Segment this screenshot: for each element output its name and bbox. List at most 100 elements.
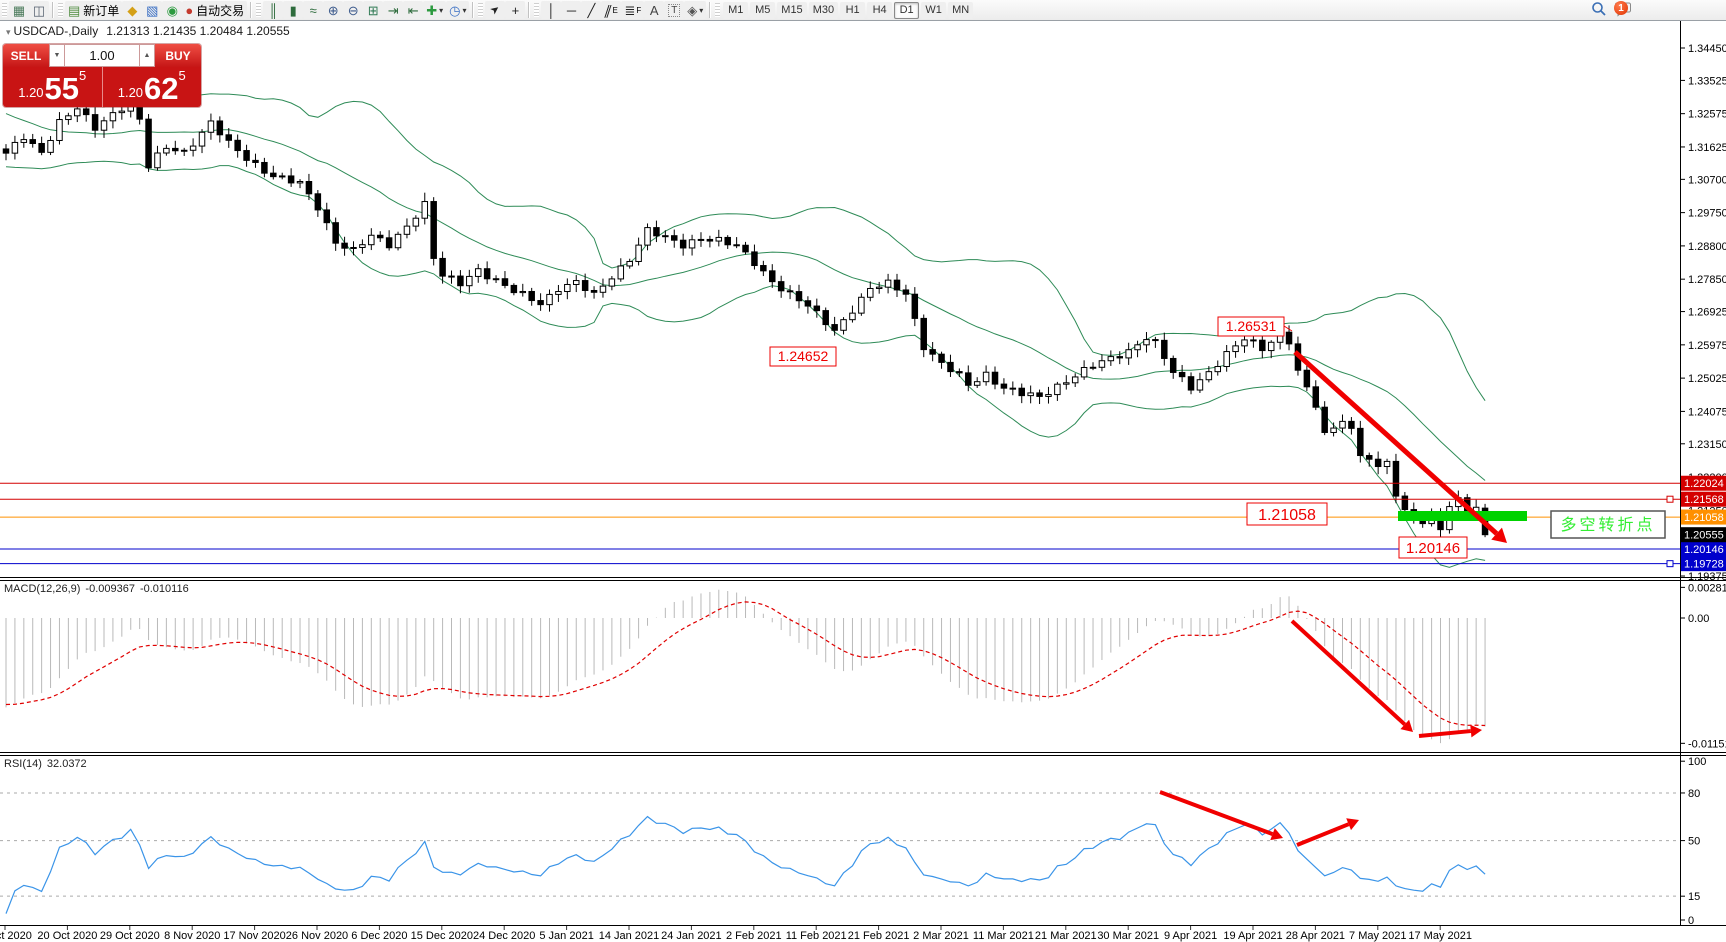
volume-input[interactable]	[65, 44, 139, 67]
buy-price[interactable]: 1.20 62 5	[102, 67, 202, 107]
chart-window-button[interactable]: ▦	[9, 1, 29, 19]
periods-button[interactable]: ◷▾	[446, 1, 469, 19]
ohlc-values: 1.21313 1.21435 1.20484 1.20555	[106, 24, 290, 38]
text-button[interactable]: A	[644, 1, 664, 19]
hline-handle[interactable]	[1667, 496, 1673, 502]
metaeditor-button[interactable]: ◆	[122, 1, 142, 19]
candle	[992, 372, 998, 384]
new-order-button[interactable]: ▤新订单	[65, 1, 122, 19]
price-annotation-label[interactable]: 1.21058	[1247, 503, 1327, 525]
shapes-button[interactable]: ◈▾	[684, 1, 706, 19]
price-tag-1.21568: 1.21568	[1681, 492, 1726, 507]
auto-scroll-button[interactable]: ⇥	[383, 1, 403, 19]
label-button[interactable]: T	[664, 1, 684, 19]
candle	[948, 362, 954, 371]
toolbar-drag-handle[interactable]	[478, 3, 483, 17]
signals-button[interactable]: ◉	[162, 1, 182, 19]
time-tick-label: 8 Nov 2020	[164, 930, 220, 942]
candle	[449, 276, 455, 277]
fibonacci-button[interactable]: ≣F	[621, 1, 644, 19]
trendline-button[interactable]: ╱	[581, 1, 601, 19]
chevron-down-icon[interactable]: ▾	[462, 6, 466, 15]
chart-shift-button[interactable]: ⇤	[403, 1, 423, 19]
timeframe-h4-button[interactable]: H4	[867, 2, 892, 19]
toolbar-drag-handle[interactable]	[256, 3, 261, 17]
timeframe-d1-button[interactable]: D1	[894, 2, 919, 19]
hline-icon: ─	[567, 4, 576, 17]
buy-price-prefix: 1.20	[118, 82, 143, 104]
chevron-down-icon[interactable]: ▾	[439, 6, 443, 15]
timeframe-m15-button[interactable]: M15	[777, 2, 806, 19]
candle	[787, 291, 793, 292]
hline-button[interactable]: ─	[561, 1, 581, 19]
candle	[672, 236, 678, 241]
timeframe-m1-button[interactable]: M1	[723, 2, 748, 19]
candle	[547, 294, 553, 304]
cursor-icon: ➤	[488, 2, 503, 18]
metaeditor-icon: ◆	[127, 4, 137, 17]
timeframe-m30-button[interactable]: M30	[809, 2, 838, 19]
time-tick-label: 9 Apr 2021	[1164, 930, 1217, 942]
search-icon[interactable]	[1591, 1, 1607, 20]
price-tick-label: 1.30700	[1688, 174, 1726, 186]
vline-button[interactable]: │	[541, 1, 561, 19]
cursor-button[interactable]: ➤	[485, 1, 505, 19]
hline-handle[interactable]	[1667, 561, 1673, 567]
volume-decrement-button[interactable]: ▼	[49, 44, 65, 67]
candle	[966, 373, 972, 385]
svg-text:1.24652: 1.24652	[778, 348, 829, 364]
timeframe-h1-button[interactable]: H1	[840, 2, 865, 19]
candle	[1046, 395, 1052, 397]
candle	[743, 245, 749, 252]
toolbar-drag-handle[interactable]	[715, 3, 720, 17]
sell-button[interactable]: SELL	[3, 44, 49, 67]
toolbar-drag-handle[interactable]	[58, 3, 63, 17]
rsi-value: 32.0372	[47, 758, 87, 770]
sell-price[interactable]: 1.20 55 5	[3, 67, 102, 107]
crosshair-icon: +	[512, 4, 520, 17]
timeframe-m5-button[interactable]: M5	[750, 2, 775, 19]
label-icon: T	[668, 4, 680, 17]
bar-chart-button[interactable]: ║	[263, 1, 283, 19]
print-preview-button[interactable]: ◫	[29, 1, 49, 19]
autotrading-button[interactable]: ●自动交易	[182, 1, 247, 19]
volume-increment-button[interactable]: ▲	[139, 44, 155, 67]
buy-button[interactable]: BUY	[155, 44, 201, 67]
price-annotation-label[interactable]: 1.26531	[1218, 317, 1284, 336]
tile-windows-button[interactable]: ⊞	[363, 1, 383, 19]
green-turning-zone-bar[interactable]	[1398, 511, 1527, 521]
candle	[1162, 340, 1168, 358]
price-tick-label: 1.34450	[1688, 43, 1726, 55]
timeframe-mn-button[interactable]: MN	[948, 2, 973, 19]
candle	[645, 228, 651, 246]
indicators-button[interactable]: ✚▾	[423, 1, 446, 19]
svg-text:1.21568: 1.21568	[1684, 494, 1724, 506]
chart-profile-button[interactable]: ▧	[142, 1, 162, 19]
zoom-out-button[interactable]: ⊖	[343, 1, 363, 19]
line-chart-button[interactable]: ≈	[303, 1, 323, 19]
toolbar-drag-handle[interactable]	[534, 3, 539, 17]
zoom-in-button[interactable]: ⊕	[323, 1, 343, 19]
candle-chart-button[interactable]: ▮	[283, 1, 303, 19]
toolbar-drag-handle[interactable]	[2, 3, 7, 17]
candle	[654, 228, 660, 236]
rsi-scale-label: 15	[1688, 891, 1700, 903]
price-annotation-label[interactable]: 1.24652	[770, 347, 836, 366]
crosshair-button[interactable]: +	[505, 1, 525, 19]
svg-text:多空转折点: 多空转折点	[1560, 516, 1655, 534]
shapes-icon: ◈	[687, 4, 697, 17]
turning-point-note[interactable]: 多空转折点	[1551, 511, 1665, 538]
symbol-period-label: USDCAD-,Daily	[14, 24, 99, 38]
price-annotation-label[interactable]: 1.20146	[1399, 537, 1467, 558]
timeframe-w1-button[interactable]: W1	[921, 2, 946, 19]
channel-button[interactable]: ∥E	[601, 1, 621, 19]
candle	[3, 149, 9, 153]
time-tick-label: 11 Mar 2021	[973, 930, 1034, 942]
time-tick-label: 14 Jan 2021	[599, 930, 660, 942]
candle	[752, 252, 758, 266]
candle	[1037, 393, 1043, 397]
notification-badge[interactable]: 1	[1614, 1, 1628, 15]
candle	[226, 135, 232, 141]
chart-area[interactable]: 1.26531 1.24652 1.21058 1.20146 多空转折点 1.34450…	[0, 0, 1726, 942]
chevron-down-icon[interactable]: ▾	[699, 6, 703, 15]
